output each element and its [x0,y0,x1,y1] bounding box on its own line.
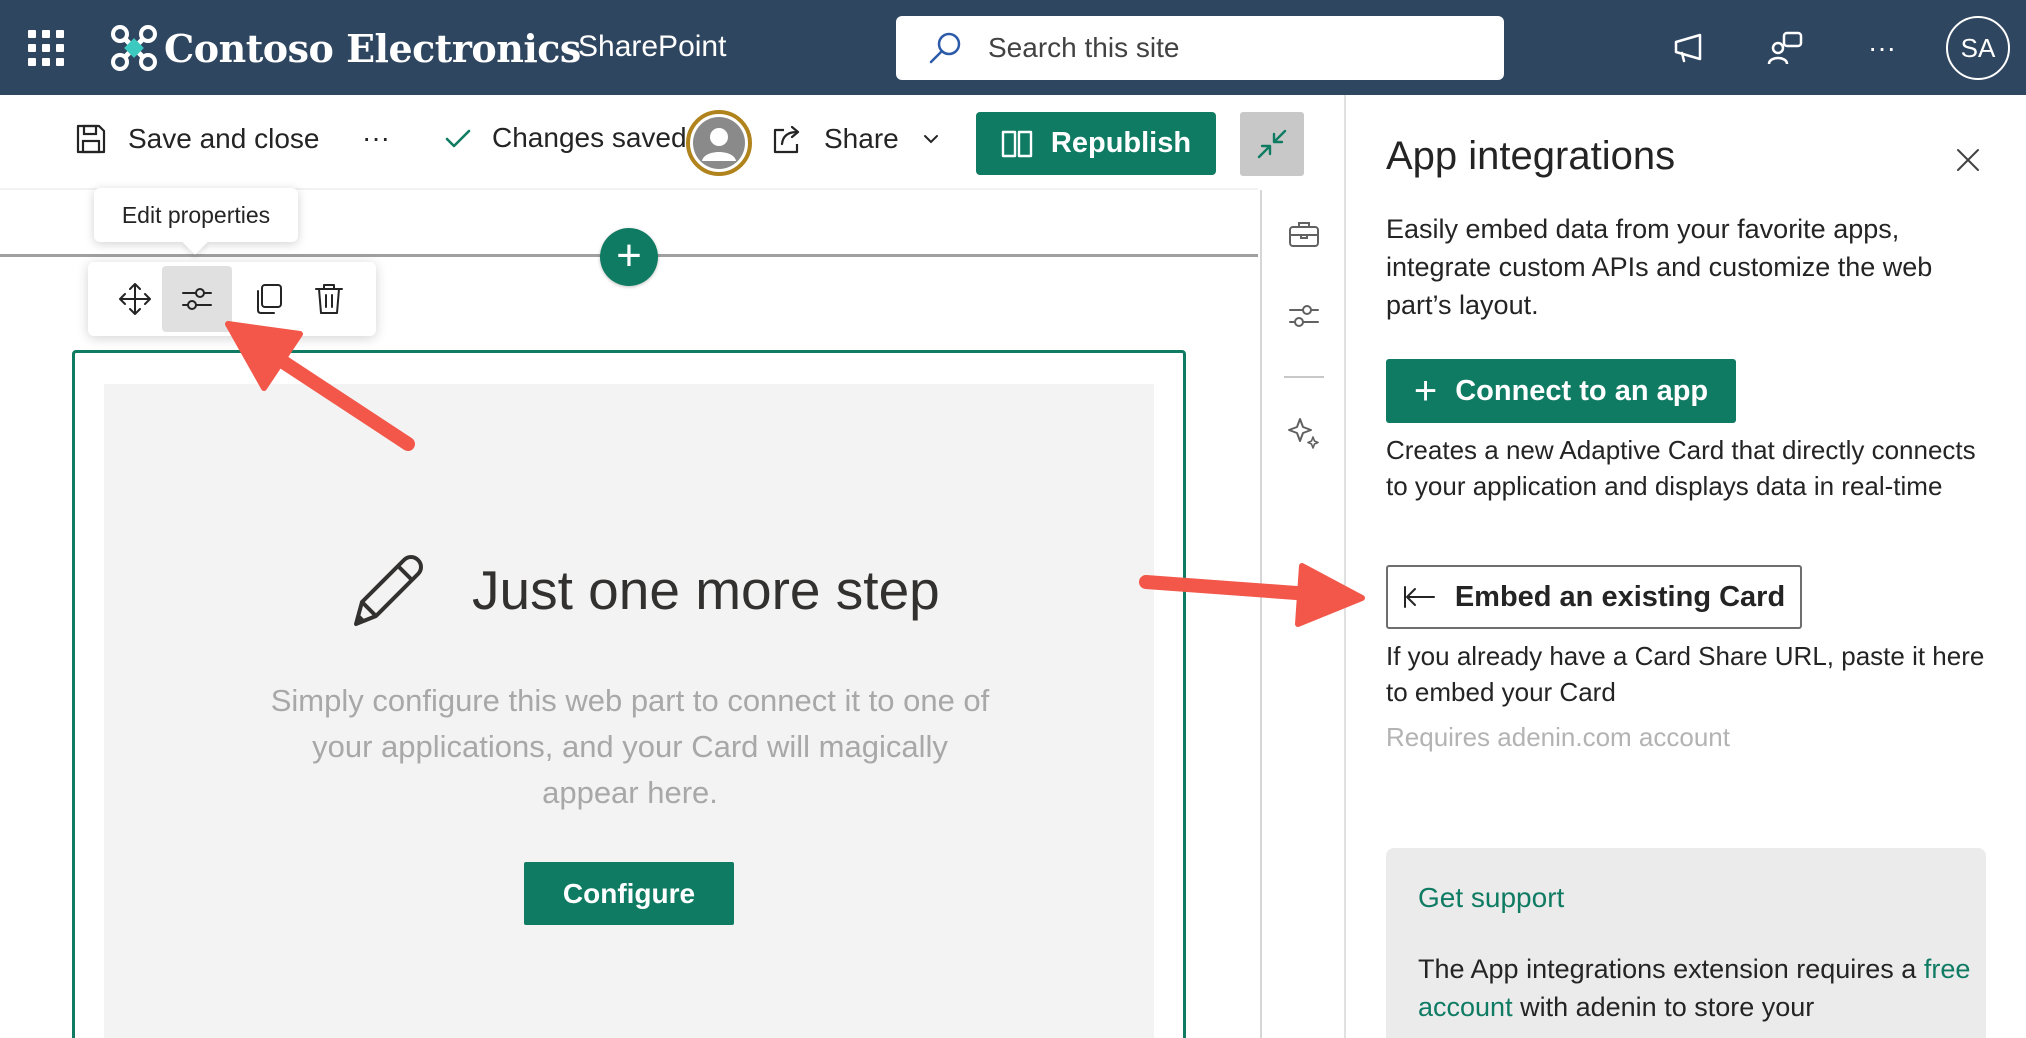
republish-button[interactable]: Republish [976,112,1216,175]
close-icon [1957,149,1979,171]
rail-divider [1260,190,1262,1038]
save-icon [76,124,106,154]
search-placeholder: Search this site [988,32,1180,63]
placeholder-title: Just one more step [472,559,940,621]
chevron-down-icon[interactable] [921,129,941,149]
configure-button[interactable]: Configure [524,862,734,925]
user-avatar[interactable]: SA [1946,16,2010,80]
share-label: Share [824,123,899,154]
placeholder-description: Simply configure this web part to connec… [270,683,990,810]
presence-avatar[interactable] [686,110,752,176]
checkmark-icon [445,129,471,148]
site-brand[interactable]: Contoso Electronics [110,20,581,76]
feedback-icon[interactable] [1764,26,1808,70]
embed-existing-card-label: Embed an existing Card [1454,580,1786,613]
search-input[interactable]: Search this site [896,16,1504,80]
more-options-icon[interactable]: ··· [1860,26,1904,70]
edit-properties-button[interactable] [162,266,232,332]
save-status-label: Changes saved [492,122,687,153]
toolbox-icon[interactable] [1284,214,1324,254]
collapse-panel-button[interactable] [1240,112,1304,176]
megaphone-icon[interactable] [1668,26,1712,70]
connect-to-app-button[interactable]: + Connect to an app [1386,359,1736,423]
add-section-button[interactable]: + [600,228,658,286]
suite-header: Contoso Electronics SharePoint Search th… [0,0,2026,95]
share-icon [773,125,800,154]
arrow-left-to-line-icon [1403,586,1435,608]
plus-icon: + [1413,369,1438,413]
more-commands-button[interactable]: ··· [362,122,390,154]
account-requirement: Requires adenin.com account [1386,722,1730,752]
panel-title: App integrations [1386,134,1676,178]
move-icon [119,283,151,315]
app-name[interactable]: SharePoint [578,30,726,64]
settings-sliders-icon [182,288,212,310]
pencil-icon [354,555,423,626]
republish-label: Republish [1050,127,1192,159]
support-box: Get support The App integrations extensi… [1386,848,1986,1038]
get-support-link[interactable]: Get support [1418,882,1564,914]
person-icon [693,117,745,169]
search-icon [929,32,961,64]
app-launcher-icon[interactable] [28,30,64,66]
share-button[interactable]: Share [770,122,941,156]
embed-existing-card-button[interactable]: Embed an existing Card [1386,565,1802,629]
connect-to-app-label: Connect to an app [1455,374,1709,407]
book-icon [1001,130,1033,157]
placeholder-header: Just one more step [342,540,940,640]
properties-sliders-icon[interactable] [1284,296,1324,336]
delete-button[interactable] [294,266,364,332]
support-text-rest: with adenin to store your [1520,992,1815,1022]
move-button[interactable] [100,266,170,332]
support-text: The App integrations extension requires … [1418,950,1978,1026]
panel-divider [1344,95,1346,1038]
edit-properties-tooltip: Edit properties [94,188,298,242]
panel-intro: Easily embed data from your favorite app… [1386,214,1933,320]
webpart-toolbar [88,262,376,336]
save-and-close-button[interactable]: Save and close [74,122,319,156]
rail-separator [1284,376,1324,378]
contoso-logo-icon [111,25,157,71]
connect-description: Creates a new Adaptive Card that directl… [1386,435,1976,501]
copy-icon [257,284,282,314]
save-status: Changes saved [442,122,687,154]
collapse-icon [1257,129,1287,159]
embed-description: If you already have a Card Share URL, pa… [1386,641,1985,707]
brand-name: Contoso Electronics [164,25,581,71]
trash-icon [315,284,343,314]
close-panel-button[interactable] [1948,140,1988,180]
save-and-close-label: Save and close [128,123,320,154]
sparkle-icon[interactable] [1284,412,1324,452]
support-text-intro: The App integrations extension requires … [1418,954,1917,984]
